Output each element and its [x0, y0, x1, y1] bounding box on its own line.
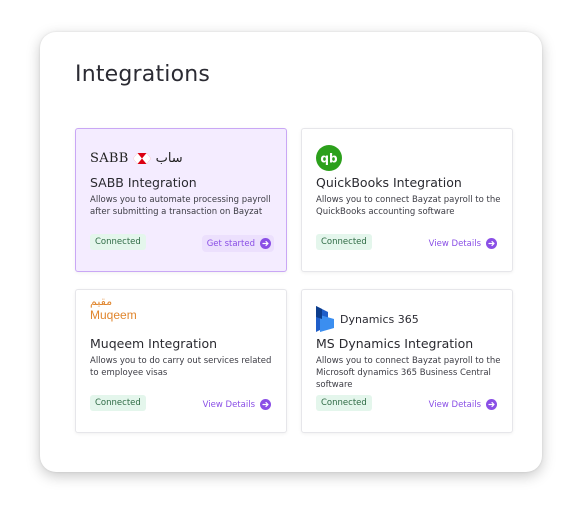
sabb-hexagon-icon: [132, 152, 151, 164]
get-started-button[interactable]: Get started: [201, 235, 274, 252]
status-badge: Connected: [316, 234, 372, 250]
card-title: MS Dynamics Integration: [316, 336, 474, 351]
card-title: QuickBooks Integration: [316, 175, 462, 190]
card-description: Allows you to connect Bayzat payroll to …: [316, 356, 501, 390]
status-badge: Connected: [316, 395, 372, 411]
action-label: View Details: [428, 238, 481, 249]
muqeem-logo: مقيم Muqeem: [90, 296, 137, 322]
muqeem-logo-arabic: مقيم: [90, 296, 113, 308]
sabb-logo: SABB ساب: [90, 143, 183, 173]
view-details-button[interactable]: View Details: [424, 235, 500, 252]
card-ms-dynamics[interactable]: Dynamics 365 MS Dynamics Integration All…: [301, 289, 513, 433]
card-title: Muqeem Integration: [90, 336, 218, 351]
muqeem-logo-text: Muqeem: [90, 308, 137, 322]
action-label: Get started: [206, 238, 255, 249]
dynamics-365-logo-text: Dynamics 365: [340, 312, 419, 326]
quickbooks-logo-icon: qb: [316, 143, 342, 173]
page-title: Integrations: [75, 62, 211, 87]
status-badge: Connected: [90, 234, 146, 250]
arrow-right-icon: [486, 238, 497, 249]
card-title: SABB Integration: [90, 175, 197, 190]
arrow-right-icon: [260, 399, 271, 410]
card-description: Allows you to do carry out services rela…: [90, 356, 272, 378]
view-details-button[interactable]: View Details: [424, 396, 500, 413]
arrow-right-icon: [260, 238, 271, 249]
action-label: View Details: [202, 399, 255, 410]
card-sabb[interactable]: SABB ساب SABB Integration Allows you to …: [75, 128, 287, 272]
status-badge: Connected: [90, 395, 146, 411]
card-description: Allows you to connect Bayzat payroll to …: [316, 195, 501, 217]
arrow-right-icon: [486, 399, 497, 410]
view-details-button[interactable]: View Details: [198, 396, 274, 413]
sabb-logo-arabic: ساب: [155, 150, 183, 166]
sabb-logo-text: SABB: [90, 150, 129, 166]
card-quickbooks[interactable]: qb QuickBooks Integration Allows you to …: [301, 128, 513, 272]
action-label: View Details: [428, 399, 481, 410]
svg-text:qb: qb: [320, 152, 338, 166]
dynamics-365-logo-icon: [316, 306, 334, 332]
dynamics-365-logo: Dynamics 365: [316, 304, 419, 334]
card-muqeem[interactable]: مقيم Muqeem Muqeem Integration Allows yo…: [75, 289, 287, 433]
card-description: Allows you to automate processing payrol…: [90, 195, 271, 217]
